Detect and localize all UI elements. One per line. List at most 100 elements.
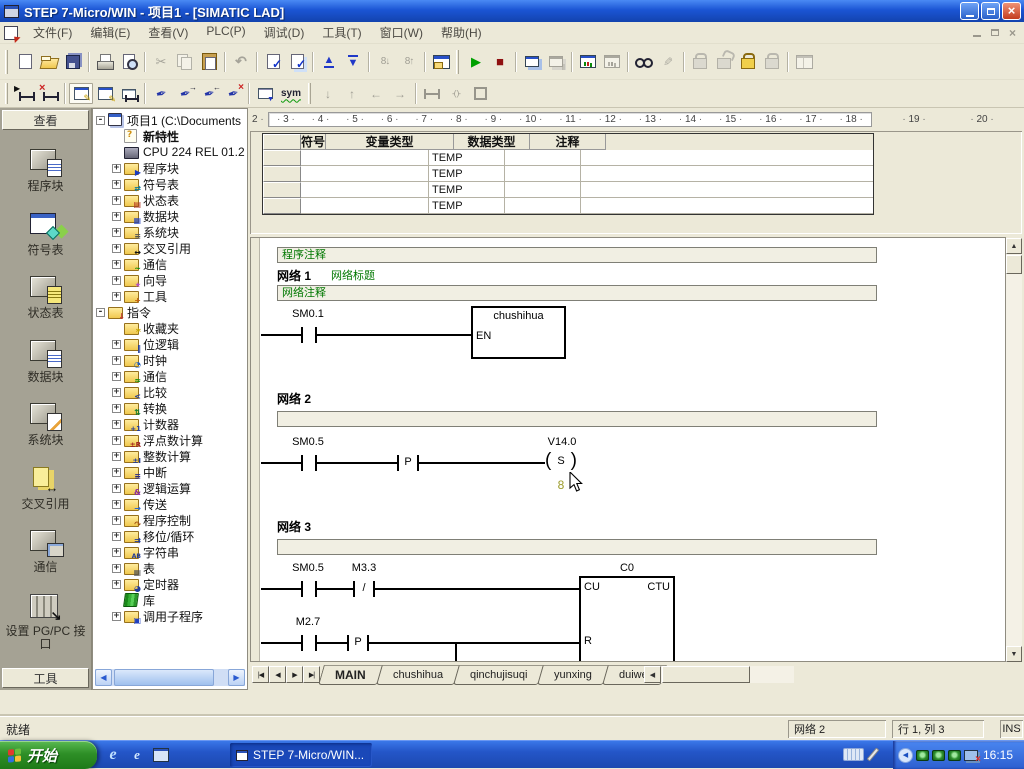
tray-green-icon[interactable] <box>948 750 961 761</box>
sidebar-item[interactable]: 系统块 <box>2 401 89 447</box>
start-button[interactable]: 开始 <box>0 741 97 769</box>
scroll-right-icon[interactable]: ▶ <box>228 669 245 686</box>
sidebar-item[interactable]: 符号表 <box>2 211 89 257</box>
pou-tab[interactable]: yunxing <box>537 665 609 685</box>
pou-tab[interactable]: MAIN <box>318 665 382 685</box>
tree-item[interactable]: 移位/循环 <box>93 528 247 544</box>
tree-expander[interactable] <box>112 260 121 269</box>
sidebar-item[interactable]: 程序块 <box>2 147 89 193</box>
no-contact[interactable] <box>301 455 317 471</box>
tree-expander[interactable] <box>112 212 121 221</box>
operand-label[interactable]: M2.7 <box>279 616 337 628</box>
tree-item[interactable]: 浮点数计算 <box>93 432 247 448</box>
tree-expander[interactable] <box>112 564 121 573</box>
next-pou-button[interactable]: ▶ <box>286 666 303 683</box>
menu-item[interactable]: PLC(P) <box>197 21 254 44</box>
symbol-cell[interactable] <box>301 166 429 182</box>
window-table-icon[interactable] <box>792 50 816 73</box>
row-selector[interactable] <box>263 150 301 166</box>
tray-green-icon[interactable] <box>932 750 945 761</box>
insert-box-icon[interactable] <box>468 83 492 104</box>
tree-expander[interactable] <box>112 484 121 493</box>
nc-contact[interactable]: / <box>353 581 375 597</box>
data-type-cell[interactable] <box>505 182 581 198</box>
var-type-cell[interactable]: TEMP <box>429 198 505 214</box>
copy-icon[interactable] <box>173 50 197 73</box>
insert-coil-icon[interactable] <box>444 83 468 104</box>
tree-item[interactable]: 计数器 <box>93 416 247 432</box>
tray-network-error-icon[interactable] <box>964 750 978 761</box>
compile-all-icon[interactable] <box>285 50 309 73</box>
comment-cell[interactable] <box>581 166 873 182</box>
apply-symbol-table-icon[interactable] <box>253 83 277 104</box>
tree-expander[interactable] <box>112 468 121 477</box>
paste-icon[interactable] <box>197 50 221 73</box>
line-down-icon[interactable] <box>316 83 340 104</box>
tree-item[interactable]: CPU 224 REL 01.2 <box>93 144 247 160</box>
tray-chevron-icon[interactable]: ◀ <box>898 748 913 763</box>
save-icon[interactable] <box>61 50 85 73</box>
tree-horizontal-scrollbar[interactable]: ◀ ▶ <box>95 669 245 686</box>
row-selector[interactable] <box>263 166 301 182</box>
tree-expander[interactable] <box>112 516 121 525</box>
restore-button[interactable] <box>981 2 1000 20</box>
options-icon[interactable] <box>429 50 453 73</box>
tree-item[interactable]: 比较 <box>93 384 247 400</box>
tree-item[interactable]: 字符串 <box>93 544 247 560</box>
next-bookmark-icon[interactable] <box>173 83 197 104</box>
view-bar-button[interactable]: 查看 <box>2 110 89 130</box>
tree-expander[interactable] <box>112 356 121 365</box>
tree-expander[interactable] <box>112 340 121 349</box>
stop-icon[interactable] <box>488 50 512 73</box>
toggle-bookmark-icon[interactable] <box>149 83 173 104</box>
lock-upload-icon[interactable] <box>760 50 784 73</box>
line-left-icon[interactable] <box>364 83 388 104</box>
comment-cell[interactable] <box>581 182 873 198</box>
menu-item[interactable]: 窗口(W) <box>371 21 432 44</box>
tree-expander[interactable] <box>112 164 121 173</box>
tree-expander[interactable] <box>112 420 121 429</box>
line-up-icon[interactable] <box>340 83 364 104</box>
tree-item[interactable]: 交叉引用 <box>93 240 247 256</box>
lock-password-icon[interactable] <box>736 50 760 73</box>
scroll-up-icon[interactable]: ▲ <box>1006 238 1022 254</box>
tree-item[interactable]: 表 <box>93 560 247 576</box>
positive-edge-contact[interactable]: P <box>347 635 369 651</box>
scroll-thumb[interactable] <box>114 669 214 686</box>
program-comment-box[interactable]: 程序注释 <box>277 247 877 263</box>
tree-expander[interactable] <box>112 180 121 189</box>
operand-label[interactable]: C0 <box>579 562 675 574</box>
sidebar-item[interactable]: 交叉引用 <box>2 465 89 511</box>
tree-item[interactable]: 符号表 <box>93 176 247 192</box>
positive-edge-contact[interactable]: P <box>397 455 419 471</box>
tree-expander[interactable] <box>112 276 121 285</box>
address-grid-toggle-icon[interactable] <box>117 83 141 104</box>
data-type-cell[interactable] <box>505 150 581 166</box>
operand-label[interactable]: M3.3 <box>339 562 389 574</box>
scroll-thumb[interactable] <box>1006 255 1022 274</box>
row-selector[interactable] <box>263 182 301 198</box>
menu-item[interactable]: 调试(D) <box>255 21 314 44</box>
operand-label[interactable]: V14.0 <box>533 436 591 448</box>
tree-item[interactable]: 调用子程序 <box>93 608 247 624</box>
tree-expander[interactable] <box>112 372 121 381</box>
run-icon[interactable] <box>464 50 488 73</box>
tree-item[interactable]: 收藏夹 <box>93 320 247 336</box>
no-contact[interactable] <box>301 635 317 651</box>
chart-status-icon[interactable] <box>576 50 600 73</box>
scroll-thumb[interactable] <box>662 666 750 683</box>
sort-ascending-icon[interactable] <box>373 50 397 73</box>
quick-launch-media-icon[interactable] <box>152 746 170 764</box>
last-pou-button[interactable]: ▶| <box>303 666 320 683</box>
sort-descending-icon[interactable] <box>397 50 421 73</box>
first-pou-button[interactable]: |◀ <box>252 666 269 683</box>
insert-contact-icon[interactable] <box>420 83 444 104</box>
bookmark-glasses-icon[interactable] <box>632 50 656 73</box>
symbol-info-toggle-icon[interactable] <box>93 83 117 104</box>
mdi-minimize-button[interactable] <box>969 26 984 39</box>
no-contact[interactable] <box>301 581 317 597</box>
tree-expander[interactable] <box>112 228 121 237</box>
network-1-comment-box[interactable]: 网络注释 <box>277 285 877 301</box>
tree-expander[interactable] <box>112 612 121 621</box>
sidebar-item[interactable]: 设置 PG/PC 接口 <box>2 592 89 651</box>
